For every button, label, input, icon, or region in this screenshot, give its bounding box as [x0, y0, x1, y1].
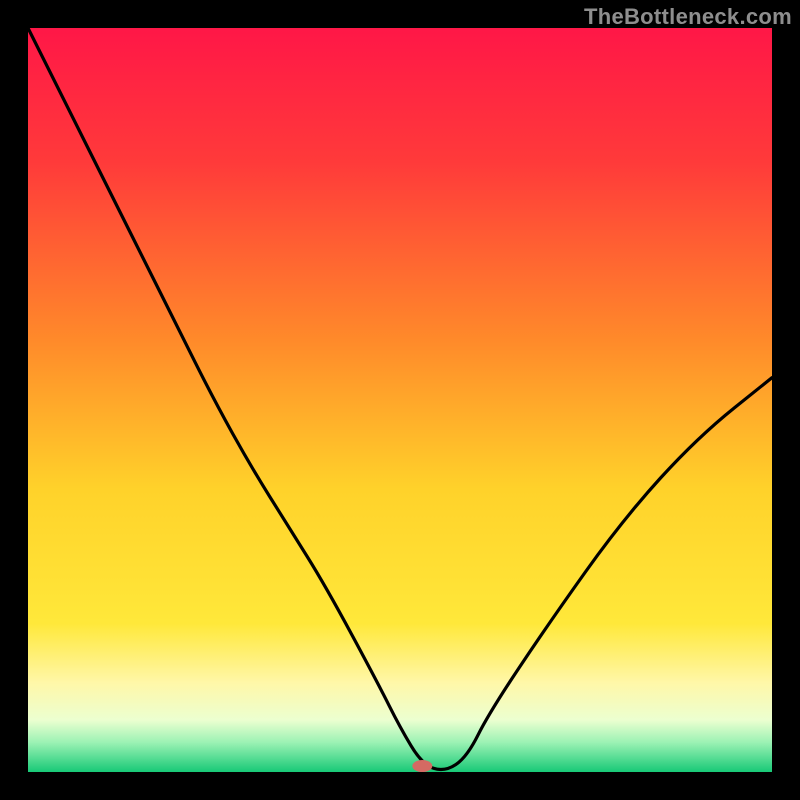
- gradient-rect: [28, 28, 772, 772]
- chart-frame: TheBottleneck.com: [0, 0, 800, 800]
- minimum-marker: [412, 760, 432, 772]
- chart-svg: [28, 28, 772, 772]
- watermark-text: TheBottleneck.com: [584, 4, 792, 30]
- plot-area: [28, 28, 772, 772]
